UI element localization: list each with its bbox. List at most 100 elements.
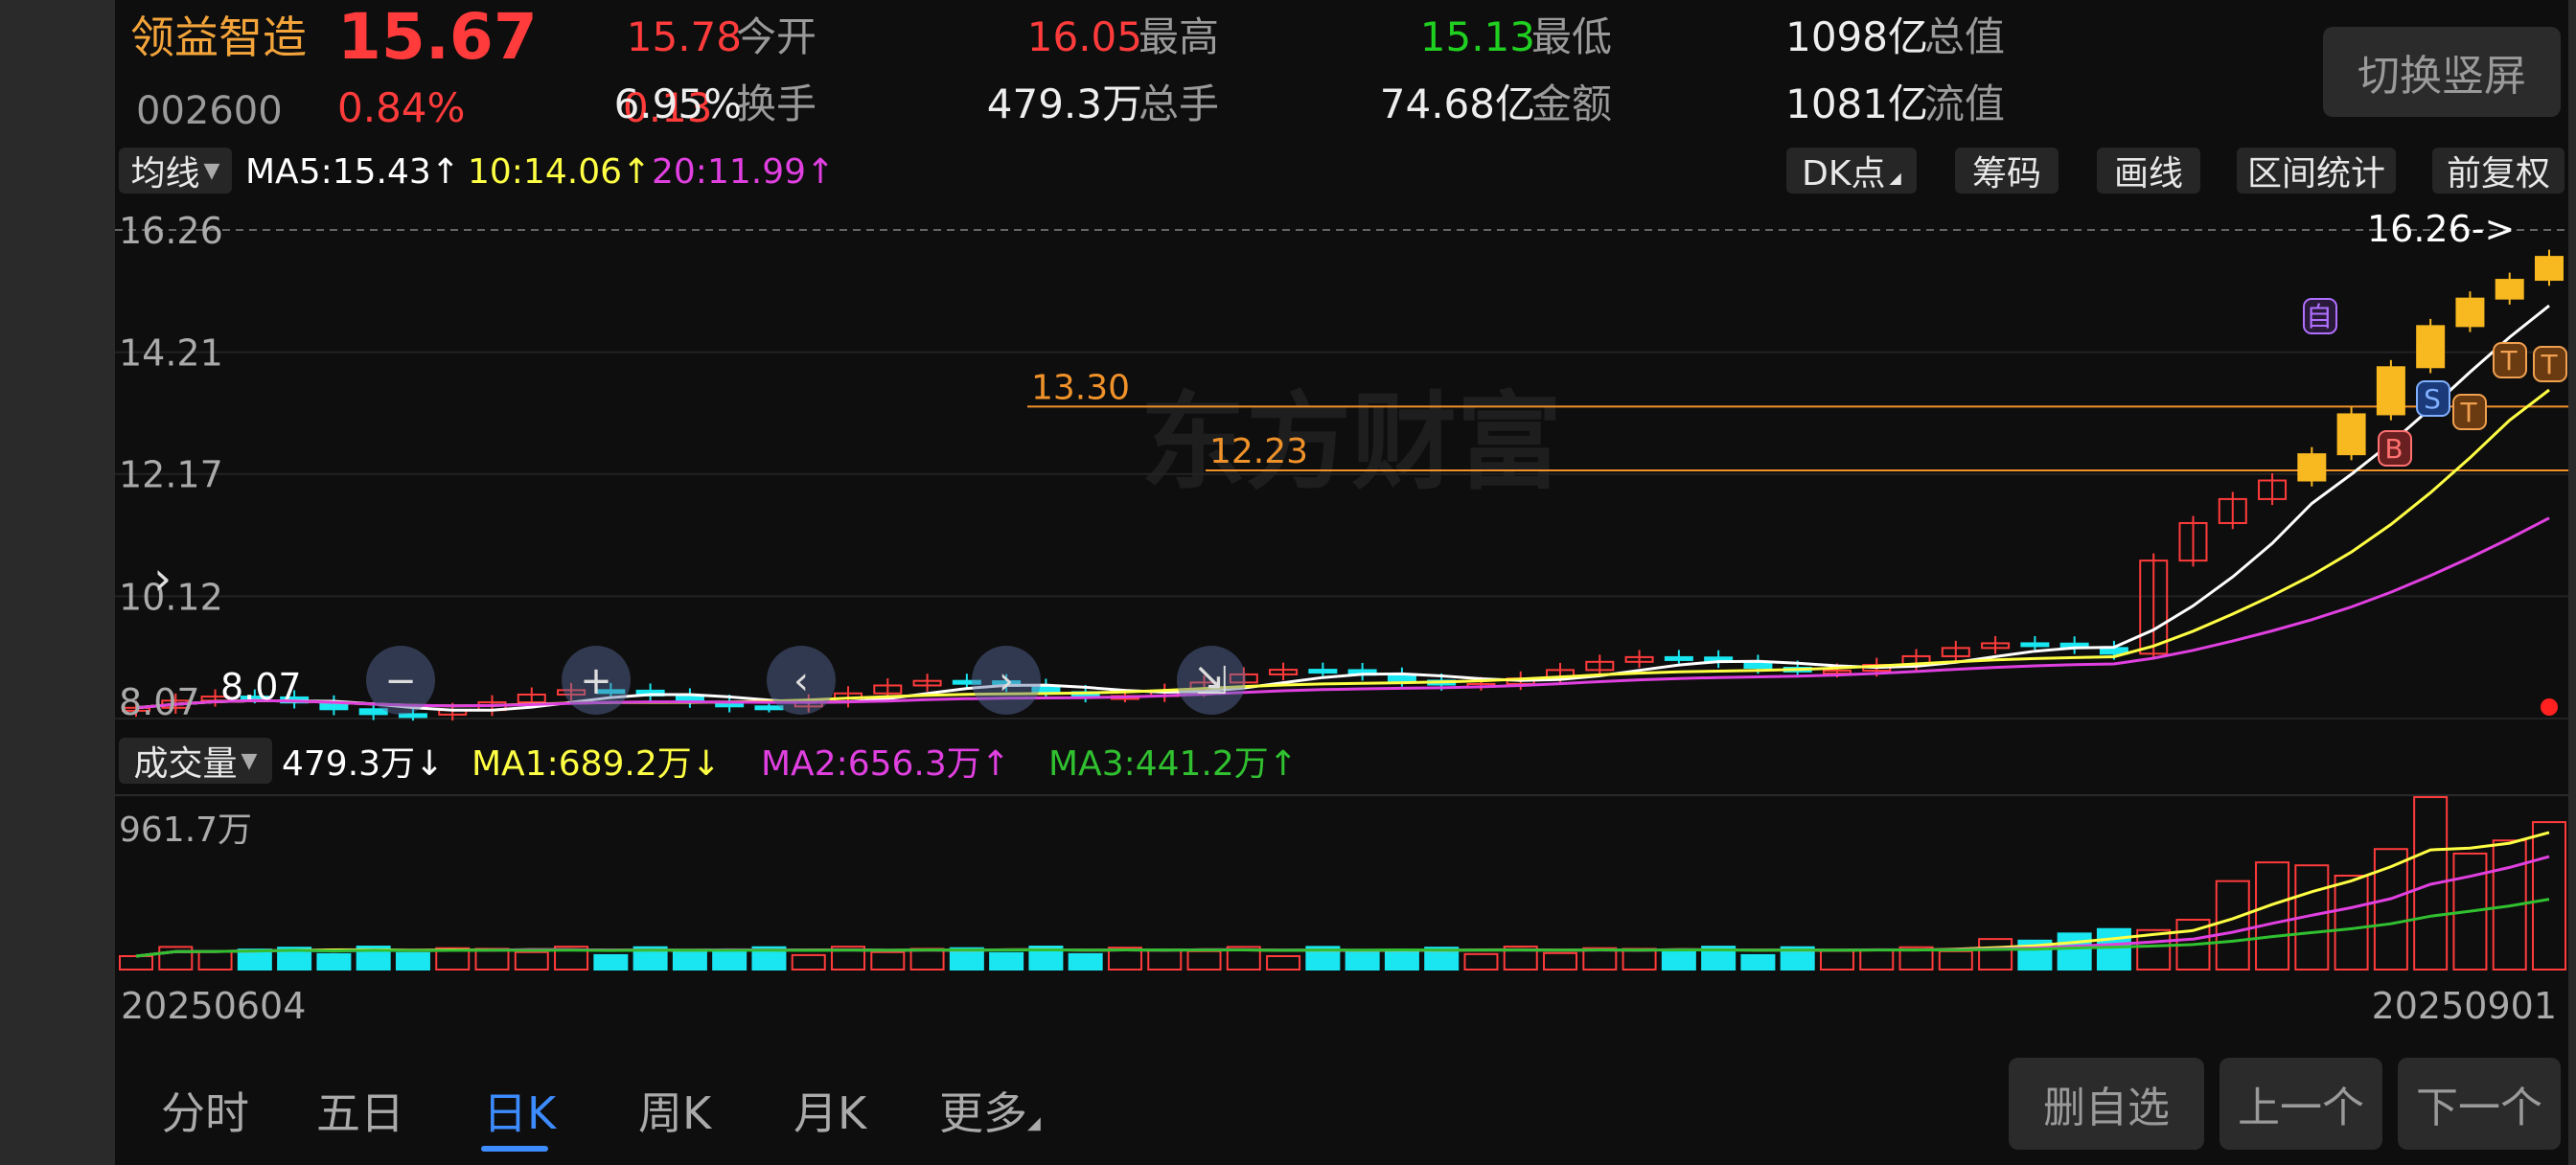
volume-bar	[989, 951, 1024, 971]
volume-bar	[1463, 952, 1499, 971]
volume-bar	[1661, 950, 1696, 971]
volume-chart[interactable]: 961.7万	[115, 791, 2568, 973]
start-date: 20250604	[121, 985, 307, 1027]
chevron-down-icon: ▼	[203, 158, 220, 183]
expand-icon: ⇲	[1195, 659, 1228, 703]
candle-body	[2535, 256, 2564, 282]
buy-tag: B	[2384, 433, 2403, 465]
volume-selector-label: 成交量	[133, 744, 238, 784]
ma20-line	[135, 516, 2550, 710]
volume-bar	[1819, 948, 1854, 971]
volume-ma-line	[135, 831, 2550, 958]
high-value: 16.05	[1026, 13, 1142, 60]
price-grid	[115, 229, 2568, 720]
candle-body	[2455, 297, 2485, 328]
low-price-marker: 8.07	[220, 666, 302, 708]
volume-ma-lines	[135, 831, 2550, 958]
turnover-value: 6.95%	[613, 80, 742, 127]
sell-tag: S	[2424, 383, 2441, 415]
switch-portrait-button[interactable]: 切换竖屏	[2323, 27, 2561, 117]
volume-bar	[2532, 821, 2566, 971]
volume-selector[interactable]: 成交量 ▼	[119, 738, 272, 784]
forward-adjust-button[interactable]: 前复权	[2432, 148, 2564, 194]
draw-line-button[interactable]: 画线	[2097, 148, 2200, 194]
t-tag: T	[2540, 349, 2558, 380]
tab-weekly-k[interactable]: 周K	[638, 1079, 711, 1142]
volume-bar	[712, 948, 748, 971]
level-label: 13.30	[1031, 368, 1130, 407]
remove-watchlist-button[interactable]: 删自选	[2009, 1058, 2204, 1150]
ma-selector[interactable]: 均线 ▼	[119, 148, 232, 194]
scroll-right-icon: ›	[999, 659, 1014, 703]
t-tag: T	[2499, 345, 2518, 377]
volume-value: 479.3万	[986, 80, 1142, 127]
volume-bar	[474, 948, 510, 971]
chart-controls: − + ‹ › ⇲ ›	[153, 552, 1246, 715]
turnover-label: 换手	[736, 80, 817, 127]
end-date: 20250901	[2371, 985, 2557, 1027]
tab-more-label: 更多	[939, 1087, 1027, 1139]
chevron-down-icon: ▼	[241, 748, 258, 773]
kline-chart[interactable]: 东方财富 13.30 12.23 16.2614.2112.1710.128.07…	[115, 201, 2568, 734]
float-cap-label: 流值	[1924, 80, 2006, 127]
volume-ma1: MA1:689.2万↓	[472, 744, 721, 784]
candle-body	[2297, 453, 2327, 482]
volume-bar	[1186, 949, 1222, 971]
volume-bar	[2096, 927, 2131, 971]
chip-distribution-button[interactable]: 筹码	[1955, 148, 2058, 194]
ma10-value: 10:14.06↑	[468, 152, 652, 192]
right-edge	[2568, 0, 2576, 1165]
amount-label: 金额	[1531, 80, 1613, 127]
volume-bar	[119, 955, 153, 971]
volume-bar	[1345, 949, 1380, 971]
high-price-marker: 16.26->	[2367, 208, 2515, 250]
candle-body	[2416, 325, 2446, 369]
volume-bar	[1147, 948, 1183, 971]
ma-indicator-row: 均线 ▼ MA5:15.43↑ 10:14.06↑ 20:11.99↑ DK点 …	[115, 144, 2568, 197]
volume-bar	[1978, 938, 2013, 971]
tab-more[interactable]: 更多◢	[939, 1079, 1041, 1142]
amount-value: 74.68亿	[1379, 80, 1535, 127]
candle-body	[1664, 655, 1693, 661]
tab-five-day[interactable]: 五日	[316, 1079, 404, 1142]
change-percent: 0.84%	[337, 84, 466, 131]
volume-bar	[2334, 874, 2369, 971]
zoom-out-icon: −	[384, 659, 417, 703]
price-axis: 16.2614.2112.1710.128.07	[119, 210, 223, 723]
candle-body	[2336, 413, 2366, 456]
volume-indicator-row: 成交量 ▼ 479.3万↓ MA1:689.2万↓ MA2:656.3万↑ MA…	[115, 734, 2568, 788]
volume-bar	[2215, 879, 2250, 971]
dk-point-button[interactable]: DK点 ◢	[1786, 148, 1917, 194]
tab-monthly-k[interactable]: 月K	[794, 1079, 866, 1142]
previous-stock-button[interactable]: 上一个	[2220, 1058, 2382, 1150]
open-value: 15.78	[626, 13, 742, 60]
volume-bar	[791, 953, 826, 971]
low-label: 最低	[1531, 13, 1613, 60]
open-label: 今开	[736, 13, 817, 60]
volume-label: 总手	[1138, 80, 1220, 127]
volume-bar	[237, 948, 272, 971]
volume-bar	[1068, 952, 1103, 971]
watermark: 东方财富	[1140, 381, 1562, 504]
total-cap-value: 1098亿	[1785, 13, 1928, 60]
volume-max-label: 961.7万	[119, 811, 252, 850]
volume-bar	[1938, 949, 1973, 971]
next-stock-button[interactable]: 下一个	[2398, 1058, 2561, 1150]
corner-triangle-icon: ◢	[1889, 168, 1901, 187]
high-label: 最高	[1138, 13, 1220, 60]
candle-body	[1308, 669, 1338, 674]
tab-intraday[interactable]: 分时	[161, 1079, 249, 1142]
self-tag: 自	[2306, 301, 2333, 332]
stock-code: 002600	[136, 89, 283, 133]
stock-price: 15.67	[337, 0, 538, 74]
range-stats-button[interactable]: 区间统计	[2237, 148, 2396, 194]
stock-kline-screen: 领益智造 15.67 002600 0.84% 0.13 今开 15.78 最高…	[115, 0, 2568, 1165]
volume-bar	[1622, 948, 1657, 971]
tab-daily-k[interactable]: 日K	[483, 1079, 556, 1142]
price-tick-label: 12.17	[119, 454, 223, 496]
candle-body	[2495, 279, 2524, 300]
level-label: 12.23	[1209, 432, 1308, 471]
candle-body	[2020, 642, 2050, 648]
ma5-line	[135, 304, 2550, 712]
stock-name: 领益智造	[130, 11, 307, 63]
